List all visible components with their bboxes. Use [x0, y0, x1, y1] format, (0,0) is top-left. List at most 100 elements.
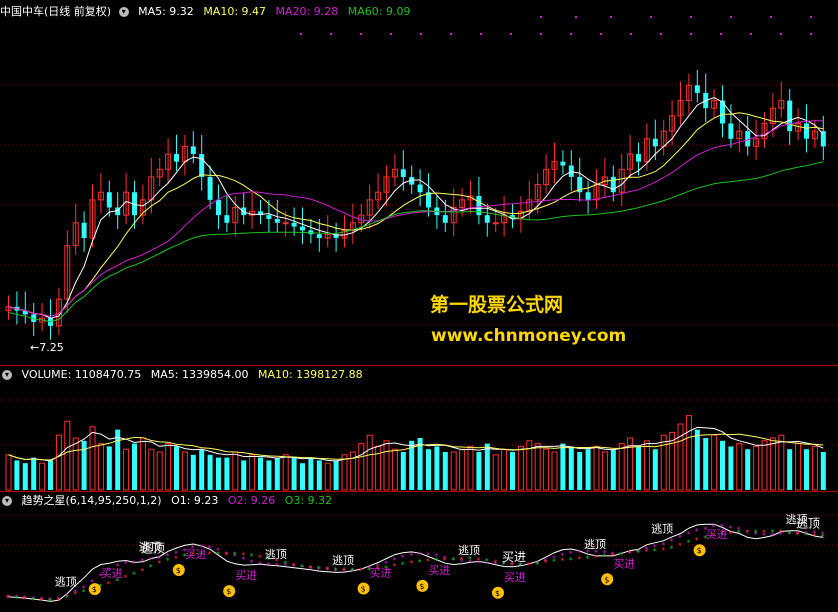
volume-bar-down	[333, 460, 339, 490]
o3-star-marker: *	[636, 548, 640, 557]
escape-top-label: 逃顶	[786, 513, 808, 526]
volume-bar-down	[48, 460, 53, 490]
chevron-down-icon[interactable]: ▾	[2, 370, 12, 380]
volume-bar-up	[618, 443, 625, 491]
volume-bar-up	[795, 443, 802, 491]
o2-star-marker: *	[124, 559, 128, 568]
volume-bar-up	[97, 443, 104, 491]
buy-in-label: 买进	[428, 564, 450, 577]
buy-in-label: 买进	[185, 548, 207, 561]
volume-bar-up	[148, 448, 155, 491]
signal-dot	[810, 33, 812, 35]
volume-bar-down	[258, 457, 263, 490]
volume-bar-down	[585, 449, 591, 490]
o3-star-marker: *	[594, 553, 598, 562]
volume-bar-up	[459, 448, 466, 491]
signal-dot	[420, 33, 422, 35]
volume-bar-up	[383, 440, 390, 491]
volume-bar-down	[820, 452, 826, 490]
volume-bar-up	[660, 434, 667, 491]
candle-body-down	[81, 222, 87, 239]
candle-body-down	[787, 100, 793, 132]
money-bag-icon: $	[92, 585, 97, 594]
signal-dot	[770, 16, 772, 18]
volume-bar-down	[132, 443, 137, 490]
volume-bar-down	[720, 440, 725, 490]
volume-bar-up	[55, 434, 62, 491]
o3-star-marker: *	[754, 528, 758, 537]
signal-dot	[630, 33, 632, 35]
volume-bar-up	[450, 451, 457, 491]
signal-dot	[660, 33, 662, 35]
o3-star-marker: *	[325, 565, 329, 574]
signal-dot	[510, 33, 512, 35]
chart-canvas: * * * * * * * * * **** * * * * * * * * * * * * * * * * * * * * * * * * * * *…	[0, 16, 838, 606]
volume-bar-up	[685, 415, 692, 491]
o3-star-marker: *	[73, 590, 77, 599]
volume-bar-down	[728, 446, 734, 490]
money-bag-icon: $	[226, 587, 231, 596]
volume-bar-down	[300, 463, 305, 490]
buy-in-label: 买进	[504, 571, 526, 584]
o3-label: O3: 9.32	[284, 494, 333, 507]
escape-top-label: 逃顶	[584, 538, 606, 551]
o3-star-marker: *	[737, 528, 741, 537]
volume-bar-down	[510, 452, 515, 490]
volume-bar-down	[224, 457, 230, 490]
o3-star-marker: *	[493, 559, 497, 568]
candle-body-down	[224, 215, 230, 223]
volume-bar-up	[736, 443, 743, 491]
volume-bar-down	[426, 449, 431, 490]
buy-in-label: 买进	[706, 528, 728, 541]
chevron-down-icon[interactable]: ▾	[2, 496, 12, 506]
o3-star-marker: *	[166, 556, 170, 565]
signal-dot	[750, 33, 752, 35]
candle-body-down	[291, 222, 297, 227]
candle-body-down	[274, 218, 280, 223]
candle-body-down	[241, 207, 247, 216]
o3-star-marker: *	[653, 547, 657, 556]
buy-in-label: 买进	[370, 567, 392, 580]
volume-bar-down	[400, 452, 406, 490]
volume-bar-down	[694, 429, 700, 490]
volume-bar-up	[761, 440, 768, 491]
ma5-line	[8, 96, 824, 319]
volume-bar-up	[677, 423, 684, 491]
o2-star-marker: *	[695, 527, 699, 536]
volume-bar-up	[282, 454, 289, 491]
volume-bar-down	[745, 449, 751, 490]
candle-body-down	[484, 215, 490, 223]
o3-star-marker: *	[804, 531, 808, 540]
o3-star-marker: *	[300, 563, 304, 572]
volume-bar-up	[72, 437, 79, 491]
volume-bar-down	[241, 460, 247, 490]
volume-bar-up	[769, 437, 776, 491]
escape-top-label: 逃顶	[55, 576, 77, 589]
volume-bar-up	[778, 434, 785, 491]
signal-dot	[575, 16, 577, 18]
volume-ma10-label: MA10: 1398127.88	[257, 368, 363, 381]
volume-ma10-line	[8, 433, 824, 461]
panel-divider	[0, 491, 838, 492]
money-bag-icon: $	[361, 585, 366, 594]
o3-star-marker: *	[686, 538, 690, 547]
volume-bar-down	[652, 449, 658, 490]
volume-bar-up	[543, 448, 550, 491]
money-bag-icon: $	[495, 589, 500, 598]
escape-top-label: 逃顶	[139, 541, 161, 554]
volume-bar-down	[291, 457, 297, 490]
o3-star-marker: *	[250, 552, 254, 561]
money-bag-icon: $	[604, 575, 609, 584]
o3-star-marker: *	[124, 574, 128, 583]
signal-dot	[600, 33, 602, 35]
volume-bar-up	[593, 445, 600, 491]
signal-dot	[570, 33, 572, 35]
o3-star-marker: *	[40, 596, 44, 605]
candle-body-down	[694, 85, 700, 93]
volume-bar-up	[324, 462, 331, 491]
ma20-line	[8, 120, 824, 317]
signal-dot	[300, 33, 302, 35]
low-price-label: 7.25	[39, 341, 64, 354]
escape-top-label: 买进	[502, 550, 526, 564]
o3-star-marker: *	[334, 566, 338, 575]
